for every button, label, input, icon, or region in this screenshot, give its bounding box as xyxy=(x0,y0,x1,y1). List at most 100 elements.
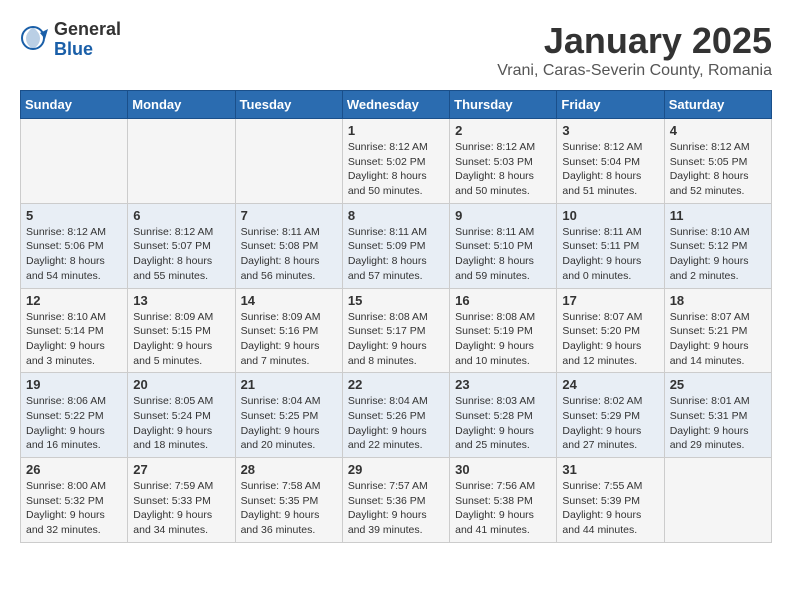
day-number: 6 xyxy=(133,208,229,223)
weekday-header-friday: Friday xyxy=(557,91,664,119)
day-number: 4 xyxy=(670,123,766,138)
weekday-header-sunday: Sunday xyxy=(21,91,128,119)
calendar-cell: 7 Sunrise: 8:11 AM Sunset: 5:08 PM Daylig… xyxy=(235,203,342,288)
day-number: 16 xyxy=(455,293,551,308)
calendar-cell xyxy=(664,458,771,543)
calendar-cell: 15 Sunrise: 8:08 AM Sunset: 5:17 PM Dayli… xyxy=(342,288,449,373)
day-info: Sunrise: 8:07 AM Sunset: 5:21 PM Dayligh… xyxy=(670,310,766,369)
day-number: 28 xyxy=(241,462,337,477)
calendar-cell: 13 Sunrise: 8:09 AM Sunset: 5:15 PM Dayli… xyxy=(128,288,235,373)
day-info: Sunrise: 8:12 AM Sunset: 5:03 PM Dayligh… xyxy=(455,140,551,199)
logo-text: General Blue xyxy=(54,20,121,60)
calendar-cell: 11Sunrise: 8:10 AM Sunset: 5:12 PM Dayli… xyxy=(664,203,771,288)
calendar-week-row: 19 Sunrise: 8:06 AM Sunset: 5:22 PM Dayli… xyxy=(21,373,772,458)
day-info: Sunrise: 8:10 AM Sunset: 5:12 PM Dayligh… xyxy=(670,225,766,284)
calendar-cell: 27Sunrise: 7:59 AM Sunset: 5:33 PM Dayli… xyxy=(128,458,235,543)
calendar-cell: 18 Sunrise: 8:07 AM Sunset: 5:21 PM Dayli… xyxy=(664,288,771,373)
day-info: Sunrise: 8:00 AM Sunset: 5:32 PM Dayligh… xyxy=(26,479,122,538)
day-info: Sunrise: 8:09 AM Sunset: 5:15 PM Dayligh… xyxy=(133,310,229,369)
day-number: 26 xyxy=(26,462,122,477)
weekday-header-saturday: Saturday xyxy=(664,91,771,119)
calendar-table: SundayMondayTuesdayWednesdayThursdayFrid… xyxy=(20,90,772,543)
day-info: Sunrise: 8:02 AM Sunset: 5:29 PM Dayligh… xyxy=(562,394,658,453)
header: General Blue January 2025 Vrani, Caras-S… xyxy=(20,20,772,80)
day-info: Sunrise: 8:12 AM Sunset: 5:07 PM Dayligh… xyxy=(133,225,229,284)
day-number: 10 xyxy=(562,208,658,223)
logo: General Blue xyxy=(20,20,121,60)
day-info: Sunrise: 8:10 AM Sunset: 5:14 PM Dayligh… xyxy=(26,310,122,369)
calendar-week-row: 1 Sunrise: 8:12 AM Sunset: 5:02 PM Daylig… xyxy=(21,119,772,204)
day-number: 24 xyxy=(562,377,658,392)
day-number: 14 xyxy=(241,293,337,308)
day-info: Sunrise: 8:11 AM Sunset: 5:08 PM Dayligh… xyxy=(241,225,337,284)
weekday-header-row: SundayMondayTuesdayWednesdayThursdayFrid… xyxy=(21,91,772,119)
day-number: 7 xyxy=(241,208,337,223)
day-info: Sunrise: 8:11 AM Sunset: 5:09 PM Dayligh… xyxy=(348,225,444,284)
calendar-cell: 4 Sunrise: 8:12 AM Sunset: 5:05 PM Daylig… xyxy=(664,119,771,204)
calendar-cell: 2 Sunrise: 8:12 AM Sunset: 5:03 PM Daylig… xyxy=(450,119,557,204)
day-number: 29 xyxy=(348,462,444,477)
day-number: 21 xyxy=(241,377,337,392)
day-number: 5 xyxy=(26,208,122,223)
weekday-header-thursday: Thursday xyxy=(450,91,557,119)
month-title: January 2025 xyxy=(497,20,772,62)
day-info: Sunrise: 8:08 AM Sunset: 5:17 PM Dayligh… xyxy=(348,310,444,369)
day-info: Sunrise: 8:03 AM Sunset: 5:28 PM Dayligh… xyxy=(455,394,551,453)
day-number: 3 xyxy=(562,123,658,138)
day-info: Sunrise: 7:59 AM Sunset: 5:33 PM Dayligh… xyxy=(133,479,229,538)
logo-general-text: General xyxy=(54,20,121,40)
weekday-header-monday: Monday xyxy=(128,91,235,119)
day-number: 25 xyxy=(670,377,766,392)
calendar-cell: 6 Sunrise: 8:12 AM Sunset: 5:07 PM Daylig… xyxy=(128,203,235,288)
day-info: Sunrise: 8:12 AM Sunset: 5:05 PM Dayligh… xyxy=(670,140,766,199)
logo-icon xyxy=(20,25,50,55)
calendar-cell: 23Sunrise: 8:03 AM Sunset: 5:28 PM Dayli… xyxy=(450,373,557,458)
day-info: Sunrise: 8:12 AM Sunset: 5:02 PM Dayligh… xyxy=(348,140,444,199)
calendar-week-row: 26 Sunrise: 8:00 AM Sunset: 5:32 PM Dayli… xyxy=(21,458,772,543)
day-info: Sunrise: 7:58 AM Sunset: 5:35 PM Dayligh… xyxy=(241,479,337,538)
location-title: Vrani, Caras-Severin County, Romania xyxy=(497,62,772,80)
calendar-cell xyxy=(128,119,235,204)
day-number: 2 xyxy=(455,123,551,138)
calendar-week-row: 12Sunrise: 8:10 AM Sunset: 5:14 PM Dayli… xyxy=(21,288,772,373)
day-info: Sunrise: 8:06 AM Sunset: 5:22 PM Dayligh… xyxy=(26,394,122,453)
calendar-cell: 10Sunrise: 8:11 AM Sunset: 5:11 PM Dayli… xyxy=(557,203,664,288)
calendar-cell: 19 Sunrise: 8:06 AM Sunset: 5:22 PM Dayli… xyxy=(21,373,128,458)
day-info: Sunrise: 8:09 AM Sunset: 5:16 PM Dayligh… xyxy=(241,310,337,369)
day-number: 18 xyxy=(670,293,766,308)
calendar-cell: 16Sunrise: 8:08 AM Sunset: 5:19 PM Dayli… xyxy=(450,288,557,373)
calendar-cell: 14 Sunrise: 8:09 AM Sunset: 5:16 PM Dayli… xyxy=(235,288,342,373)
day-info: Sunrise: 8:01 AM Sunset: 5:31 PM Dayligh… xyxy=(670,394,766,453)
calendar-cell: 20Sunrise: 8:05 AM Sunset: 5:24 PM Dayli… xyxy=(128,373,235,458)
day-number: 13 xyxy=(133,293,229,308)
calendar-cell: 1 Sunrise: 8:12 AM Sunset: 5:02 PM Daylig… xyxy=(342,119,449,204)
calendar-cell: 28 Sunrise: 7:58 AM Sunset: 5:35 PM Dayli… xyxy=(235,458,342,543)
day-number: 9 xyxy=(455,208,551,223)
calendar-cell: 9 Sunrise: 8:11 AM Sunset: 5:10 PM Daylig… xyxy=(450,203,557,288)
day-number: 22 xyxy=(348,377,444,392)
calendar-week-row: 5 Sunrise: 8:12 AM Sunset: 5:06 PM Daylig… xyxy=(21,203,772,288)
day-number: 19 xyxy=(26,377,122,392)
day-info: Sunrise: 8:07 AM Sunset: 5:20 PM Dayligh… xyxy=(562,310,658,369)
day-number: 15 xyxy=(348,293,444,308)
calendar-cell: 22Sunrise: 8:04 AM Sunset: 5:26 PM Dayli… xyxy=(342,373,449,458)
logo-blue-text: Blue xyxy=(54,40,121,60)
day-number: 30 xyxy=(455,462,551,477)
calendar-cell: 26 Sunrise: 8:00 AM Sunset: 5:32 PM Dayli… xyxy=(21,458,128,543)
calendar-cell: 30Sunrise: 7:56 AM Sunset: 5:38 PM Dayli… xyxy=(450,458,557,543)
day-info: Sunrise: 8:11 AM Sunset: 5:10 PM Dayligh… xyxy=(455,225,551,284)
day-info: Sunrise: 7:55 AM Sunset: 5:39 PM Dayligh… xyxy=(562,479,658,538)
day-number: 8 xyxy=(348,208,444,223)
title-area: January 2025 Vrani, Caras-Severin County… xyxy=(497,20,772,80)
weekday-header-tuesday: Tuesday xyxy=(235,91,342,119)
calendar-cell: 5 Sunrise: 8:12 AM Sunset: 5:06 PM Daylig… xyxy=(21,203,128,288)
day-info: Sunrise: 8:12 AM Sunset: 5:06 PM Dayligh… xyxy=(26,225,122,284)
calendar-cell: 8 Sunrise: 8:11 AM Sunset: 5:09 PM Daylig… xyxy=(342,203,449,288)
day-info: Sunrise: 7:57 AM Sunset: 5:36 PM Dayligh… xyxy=(348,479,444,538)
calendar-cell xyxy=(21,119,128,204)
day-info: Sunrise: 8:05 AM Sunset: 5:24 PM Dayligh… xyxy=(133,394,229,453)
day-number: 1 xyxy=(348,123,444,138)
calendar-cell: 3Sunrise: 8:12 AM Sunset: 5:04 PM Daylig… xyxy=(557,119,664,204)
calendar-cell: 24 Sunrise: 8:02 AM Sunset: 5:29 PM Dayli… xyxy=(557,373,664,458)
calendar-cell: 25 Sunrise: 8:01 AM Sunset: 5:31 PM Dayli… xyxy=(664,373,771,458)
